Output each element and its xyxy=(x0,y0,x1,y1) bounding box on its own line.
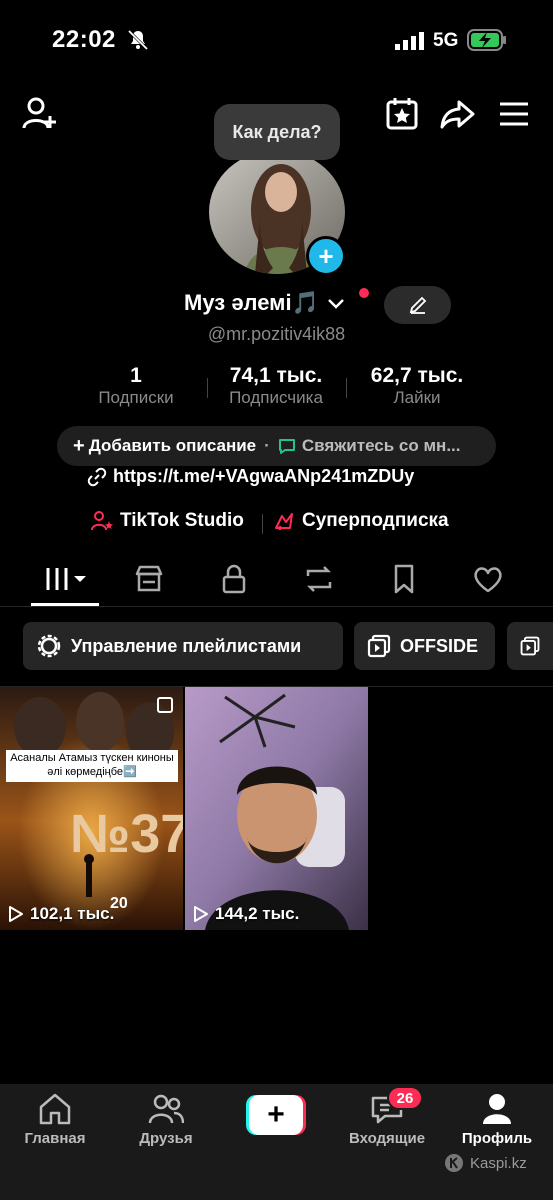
view-count-text: 144,2 тыс. xyxy=(215,904,300,923)
watermark: Kaspi.kz xyxy=(444,1153,527,1173)
status-bubble[interactable]: Как дела? xyxy=(214,104,340,160)
friends-icon xyxy=(148,1094,184,1124)
add-friend-icon[interactable] xyxy=(20,94,60,134)
bookmark-tab-icon[interactable] xyxy=(387,562,421,596)
battery-charging-icon xyxy=(467,29,506,51)
chevron-down-icon[interactable] xyxy=(327,298,345,310)
menu-icon[interactable] xyxy=(494,94,534,134)
chip-label: OFFSIDE xyxy=(400,635,479,656)
bio-actions-row: + Добавить описание · Свяжитесь со мн... xyxy=(57,426,496,466)
calendar-star-icon[interactable] xyxy=(382,94,422,134)
nav-friends[interactable]: Друзья xyxy=(116,1092,216,1147)
edit-profile-button[interactable] xyxy=(384,286,451,324)
home-icon xyxy=(39,1093,71,1125)
profile-display-name[interactable]: Муз әлемі🎵 xyxy=(184,290,345,316)
nav-home[interactable]: Главная xyxy=(5,1092,105,1147)
profile-link[interactable]: https://t.me/+VAgwaANp241mZDUy xyxy=(87,466,414,487)
inbox-badge: 26 xyxy=(387,1086,423,1110)
video-caption: Асаналы Атамыз түскен киноны әлі көрмеді… xyxy=(6,750,178,782)
stat-label: Лайки xyxy=(393,388,441,407)
contact-button[interactable]: Свяжитесь со мн... xyxy=(302,436,461,456)
notification-dot xyxy=(359,288,369,298)
watermark-text: Kaspi.kz xyxy=(470,1154,527,1172)
poster-title: №37 xyxy=(70,804,183,864)
stat-value: 62,7 тыс. xyxy=(370,364,464,387)
share-icon[interactable] xyxy=(437,94,477,134)
lock-tab-icon[interactable] xyxy=(217,562,251,596)
add-description-button[interactable]: Добавить описание xyxy=(89,436,256,456)
add-story-plus-icon[interactable]: + xyxy=(306,236,346,276)
heart-tab-icon[interactable] xyxy=(471,562,505,596)
movie-poster-image: №37 20 xyxy=(0,687,183,930)
tabs-divider xyxy=(0,606,553,607)
nav-label: Профиль xyxy=(461,1130,533,1147)
stat-following[interactable]: 1 Подписки xyxy=(84,364,188,408)
gear-icon xyxy=(37,634,61,658)
display-name-text: Муз әлемі🎵 xyxy=(184,290,319,315)
stat-likes[interactable]: 62,7 тыс. Лайки xyxy=(354,364,480,408)
playlist-icon xyxy=(520,636,540,656)
nav-label: Главная xyxy=(24,1130,86,1147)
link-icon xyxy=(87,467,107,486)
view-count: 102,1 тыс. xyxy=(8,904,114,924)
view-count-text: 102,1 тыс. xyxy=(30,904,115,923)
create-button[interactable]: + xyxy=(246,1095,306,1135)
videos-grid-tab-icon[interactable] xyxy=(40,562,90,596)
create-plus-icon: + xyxy=(249,1095,303,1135)
dot-separator: · xyxy=(264,436,270,455)
nav-label: Входящие xyxy=(348,1130,426,1147)
man-selfie-image xyxy=(185,687,368,930)
stat-value: 74,1 тыс. xyxy=(229,364,323,387)
studio-label: TikTok Studio xyxy=(120,510,244,531)
chat-bubble-icon xyxy=(278,439,295,454)
shop-tab-icon[interactable] xyxy=(132,562,166,596)
silent-bell-icon xyxy=(127,29,149,51)
chip-label: Управление плейлистами xyxy=(71,635,302,656)
playlist-icon xyxy=(367,634,391,658)
video-thumbnail[interactable]: 144,2 тыс. xyxy=(185,687,368,930)
playlist-chip-more[interactable] xyxy=(507,622,553,670)
manage-playlists-button[interactable]: Управление плейлистами xyxy=(23,622,343,670)
playlist-chip-offside[interactable]: OFFSIDE xyxy=(354,622,495,670)
play-icon xyxy=(194,906,208,922)
studio-person-icon xyxy=(91,511,113,531)
pencil-icon xyxy=(409,296,426,314)
stat-followers[interactable]: 74,1 тыс. Подписчика xyxy=(210,364,342,408)
stat-divider xyxy=(207,378,208,398)
network-type: 5G xyxy=(433,30,459,51)
stat-value: 1 xyxy=(130,364,142,387)
play-icon xyxy=(9,906,23,922)
view-count: 144,2 тыс. xyxy=(193,904,299,924)
profile-handle: @mr.pozitiv4ik88 xyxy=(207,324,346,344)
profile-icon xyxy=(483,1094,511,1124)
studio-divider xyxy=(262,514,263,534)
signal-icon xyxy=(395,32,424,50)
link-text: https://t.me/+VAgwaANp241mZDUy xyxy=(113,466,415,486)
plus-icon: + xyxy=(73,434,85,457)
repost-tab-icon[interactable] xyxy=(302,562,336,596)
super-subscription-button[interactable]: Суперподписка xyxy=(272,510,449,532)
super-subscription-icon xyxy=(275,513,293,530)
stat-label: Подписчика xyxy=(229,388,323,407)
stat-divider xyxy=(346,378,347,398)
multi-photo-icon xyxy=(157,697,173,713)
kaspi-logo-icon xyxy=(445,1154,463,1172)
nav-profile[interactable]: Профиль xyxy=(447,1092,547,1147)
subscription-label: Суперподписка xyxy=(302,510,449,531)
tiktok-studio-button[interactable]: TikTok Studio xyxy=(90,510,244,532)
stat-label: Подписки xyxy=(98,388,174,407)
video-thumbnail[interactable]: №37 20 Асаналы Атамыз түскен киноны әлі … xyxy=(0,687,183,930)
nav-label: Друзья xyxy=(139,1130,193,1147)
status-time: 22:02 xyxy=(52,26,116,53)
